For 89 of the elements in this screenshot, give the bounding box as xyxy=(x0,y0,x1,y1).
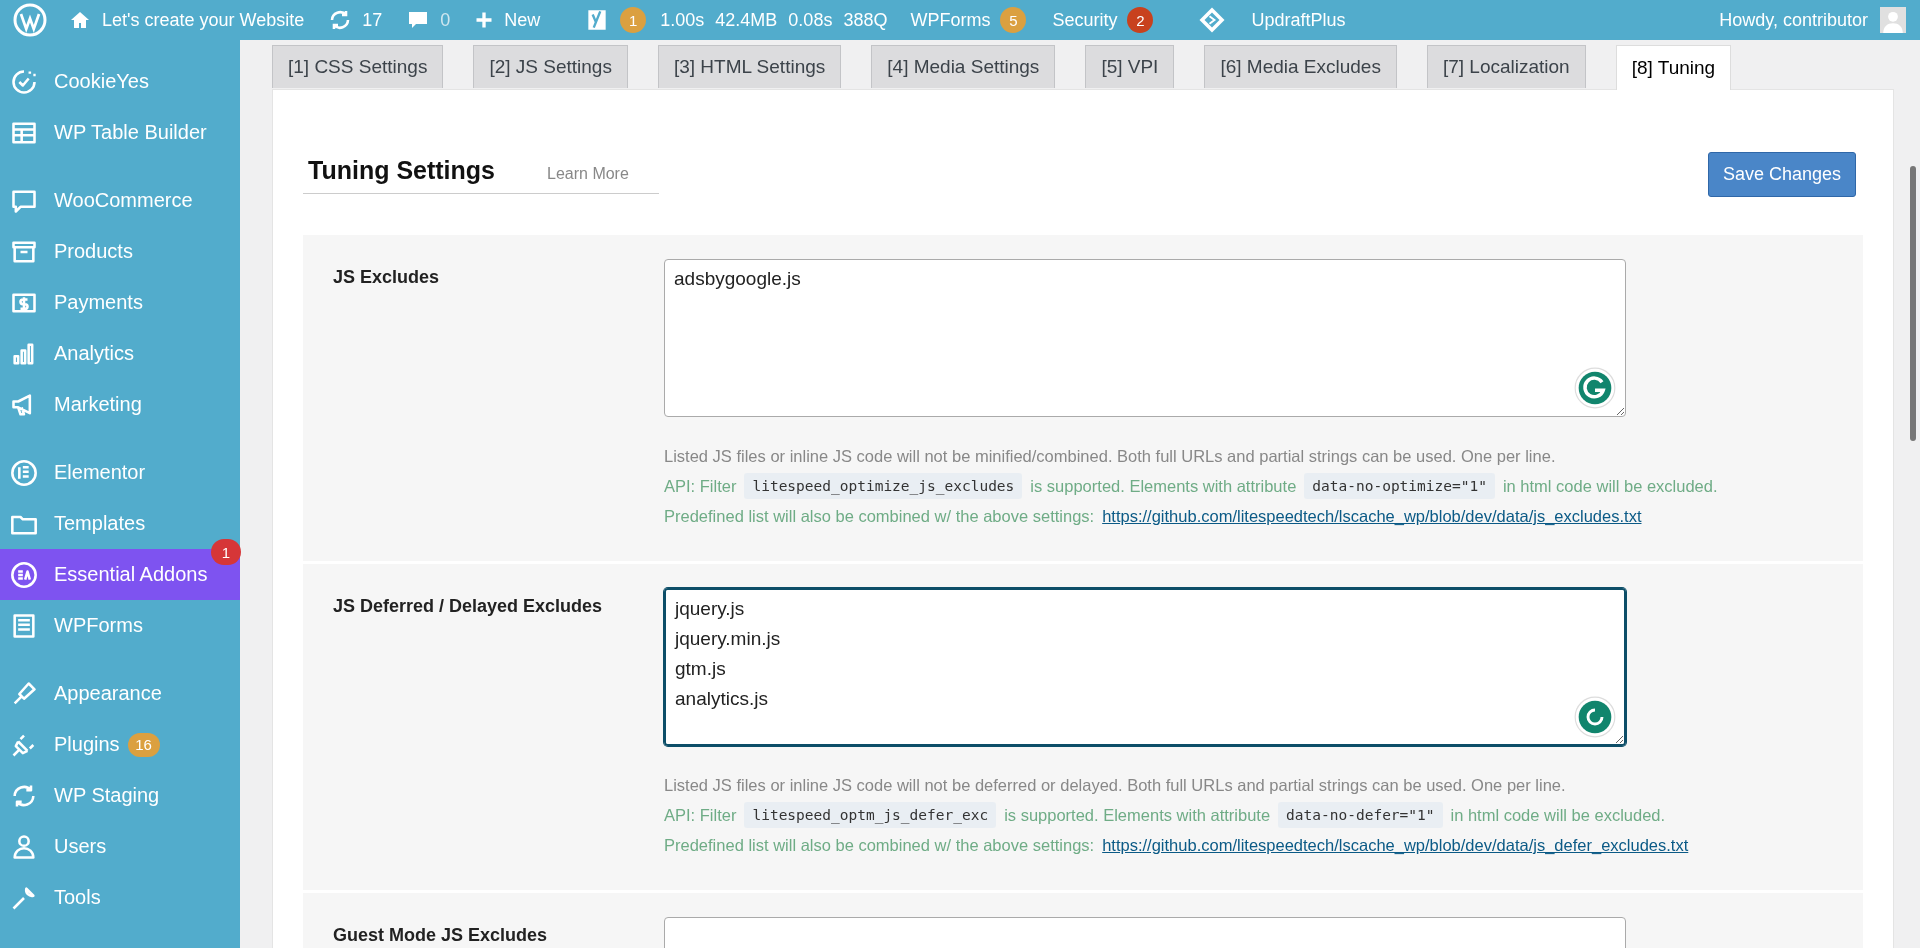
sidebar-item-label: Plugins xyxy=(54,733,120,756)
performance-stat[interactable]: 388Q xyxy=(843,9,888,31)
avatar-icon[interactable] xyxy=(1880,7,1906,33)
updates-count[interactable]: 17 xyxy=(362,9,383,31)
section-title: Tuning Settings xyxy=(308,155,495,185)
code-snippet: litespeed_optm_js_defer_exc xyxy=(744,802,997,828)
admin-menu-link[interactable]: WPForms xyxy=(910,9,991,31)
code-snippet: litespeed_optimize_js_excludes xyxy=(744,473,1023,499)
sidebar-item-label: Users xyxy=(54,835,107,858)
sidebar-item-label: Marketing xyxy=(54,393,142,416)
settings-tab[interactable]: [1] CSS Settings xyxy=(272,45,444,88)
comments-count[interactable]: 0 xyxy=(440,9,451,31)
sidebar-item[interactable]: Marketing xyxy=(0,379,240,430)
sidebar-item[interactable]: Plugins 16 xyxy=(0,719,240,770)
wordpress-logo-icon[interactable] xyxy=(12,2,48,38)
loading-spinner-icon[interactable] xyxy=(1574,696,1616,738)
help-text: Predefined list will also be combined w/ the above settings: xyxy=(664,506,1095,527)
input-field[interactable]: adsbygoogle.js xyxy=(664,259,1626,417)
grammarly-icon[interactable] xyxy=(1574,367,1616,409)
sidebar-item[interactable]: Analytics xyxy=(0,328,240,379)
help-text: in html code will be excluded. xyxy=(1450,805,1666,826)
save-changes-button[interactable]: Save Changes xyxy=(1707,152,1856,197)
help-text: Listed JS files or inline JS code will not be minified/combined. Both full URLs and partial strings can be used. One per line. xyxy=(664,446,1557,467)
github-link[interactable]: https://github.com/litespeedtech/lscache_wp/blob/dev/data/js_excludes.txt xyxy=(1102,501,1642,531)
plus-icon[interactable] xyxy=(474,10,495,30)
notification-badge: 5 xyxy=(1000,7,1027,33)
help-text: Listed JS files or inline JS code will not be deferred or delayed. Both full URLs and partial strings can be used. One per line. xyxy=(664,775,1567,796)
sidebar-item[interactable]: Products xyxy=(0,226,240,277)
sidebar-item-label: Templates xyxy=(54,512,146,535)
help-text: in html code will be excluded. xyxy=(1502,476,1718,497)
sidebar-item[interactable]: WPForms xyxy=(0,600,240,651)
sidebar-item-label: CookieYes xyxy=(54,70,149,93)
scrollbar-thumb[interactable] xyxy=(1910,166,1916,441)
github-link[interactable]: https://github.com/litespeedtech/lscache_wp/blob/dev/data/js_defer_excludes.txt xyxy=(1102,830,1689,860)
updraftplus-link[interactable]: UpdraftPlus xyxy=(1251,9,1346,31)
sidebar-item[interactable]: Payments xyxy=(0,277,240,328)
help-text: is supported. Elements with attribute xyxy=(1004,805,1271,826)
settings-tab[interactable]: [6] Media Excludes xyxy=(1204,45,1397,88)
sidebar-item-label: Analytics xyxy=(54,342,135,365)
notification-badge: 2 xyxy=(1127,7,1154,33)
count-badge: 16 xyxy=(127,732,160,757)
settings-tab[interactable]: [4] Media Settings xyxy=(871,45,1056,88)
help-text: API: Filter xyxy=(664,805,737,826)
sidebar-item-label: WP Table Builder xyxy=(54,121,207,144)
elementor-icon xyxy=(10,458,38,487)
learn-more-link[interactable]: Learn More xyxy=(547,164,629,183)
user-icon xyxy=(10,832,38,861)
sidebar-item-label: WPForms xyxy=(54,614,143,637)
settings-tab[interactable]: [8] Tuning xyxy=(1615,45,1732,90)
sidebar-item-label: Essential Addons xyxy=(54,563,208,586)
code-snippet: data-no-optimize="1" xyxy=(1304,473,1495,499)
help-text: is supported. Elements with attribute xyxy=(1030,476,1297,497)
settings-tab[interactable]: [2] JS Settings xyxy=(473,45,628,88)
help-text: API: Filter xyxy=(664,476,737,497)
settings-tab[interactable]: [5] VPI xyxy=(1085,45,1175,88)
sidebar-item-label: Tools xyxy=(54,886,101,909)
sidebar-item[interactable]: CookieYes xyxy=(0,56,240,107)
howdy-link[interactable]: Howdy, contributor xyxy=(1719,9,1868,31)
sidebar-item-label: WooCommerce xyxy=(54,189,193,212)
setting-label: Guest Mode JS Excludes xyxy=(333,924,549,947)
sidebar-item[interactable]: WP Table Builder xyxy=(0,107,240,158)
sidebar-item[interactable]: WP Staging xyxy=(0,770,240,821)
form-icon xyxy=(10,611,38,640)
sidebar-item[interactable]: Users xyxy=(0,821,240,872)
performance-stat[interactable]: 42.4MB xyxy=(715,9,778,31)
sidebar-item-label: Products xyxy=(54,240,133,263)
sidebar-item-label: Elementor xyxy=(54,461,146,484)
code-snippet: data-no-defer="1" xyxy=(1278,802,1443,828)
count-badge: 1 xyxy=(211,539,241,565)
site-name-link[interactable]: Let's create your Website xyxy=(102,9,305,31)
setting-label: JS Deferred / Delayed Excludes xyxy=(333,595,604,618)
performance-stat[interactable]: 0.08s xyxy=(788,9,833,31)
notification-badge: 1 xyxy=(620,7,647,33)
admin-menu-link[interactable]: Security xyxy=(1052,9,1118,31)
new-link[interactable]: New xyxy=(504,9,541,31)
settings-tab[interactable]: [3] HTML Settings xyxy=(657,45,842,88)
performance-stat[interactable]: 1.00s xyxy=(660,9,705,31)
sidebar-item[interactable]: WooCommerce xyxy=(0,175,240,226)
input-field[interactable]: jquery.js jquery.min.js gtm.js analytics.js xyxy=(664,588,1626,746)
sidebar-item[interactable]: Elementor xyxy=(0,447,240,498)
help-text: Predefined list will also be combined w/ the above settings: xyxy=(664,835,1095,856)
sidebar-item-label: WP Staging xyxy=(54,784,160,807)
setting-label: JS Excludes xyxy=(333,266,441,289)
settings-tab[interactable]: [7] Localization xyxy=(1426,45,1586,88)
sidebar-item[interactable]: Appearance xyxy=(0,668,240,719)
cookie-icon xyxy=(10,67,38,96)
sidebar-item[interactable]: Tools xyxy=(0,872,240,923)
sidebar-item-label: Payments xyxy=(54,291,143,314)
sidebar-item-label: Appearance xyxy=(54,682,162,705)
